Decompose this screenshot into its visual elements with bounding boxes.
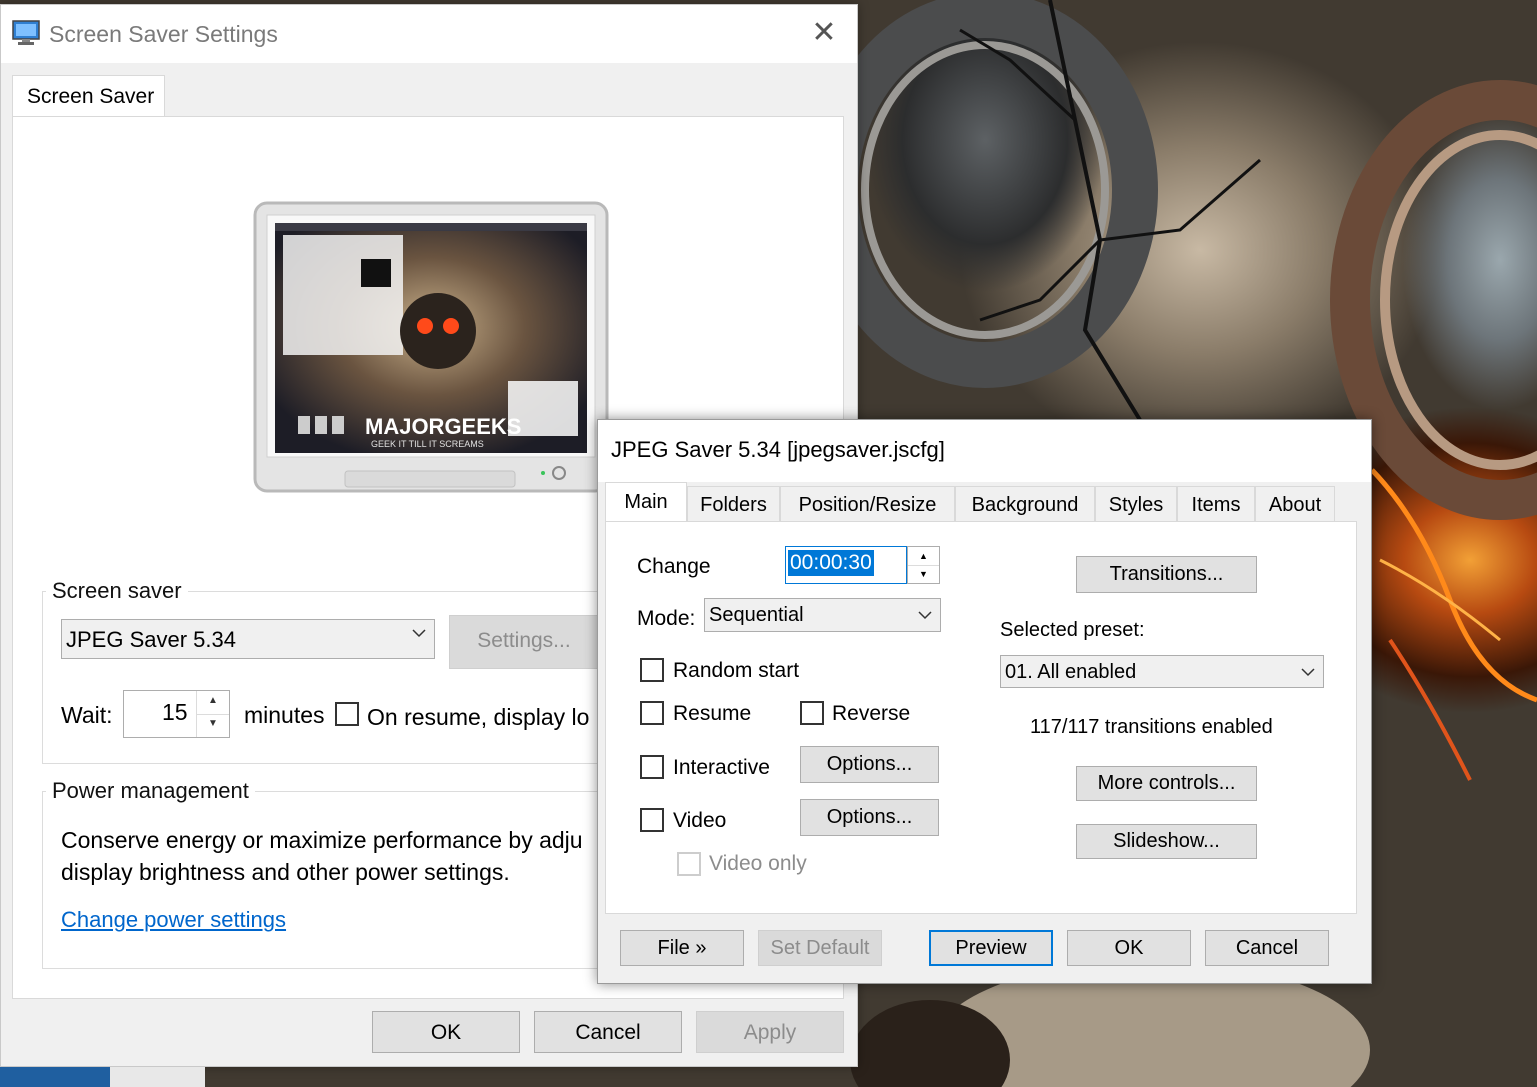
close-icon[interactable]: ✕ bbox=[809, 18, 839, 49]
mode-select[interactable]: Sequential bbox=[704, 598, 941, 632]
stepper-down-icon[interactable]: ▼ bbox=[908, 566, 939, 583]
tab-screen-saver[interactable]: Screen Saver bbox=[12, 75, 165, 118]
monitor-preview: MAJORGEEKS GEEK IT TILL IT SCREAMS bbox=[253, 201, 609, 493]
power-management-group-label: Power management bbox=[46, 778, 255, 804]
jpeg-ok-button[interactable]: OK bbox=[1067, 930, 1191, 966]
ok-button[interactable]: OK bbox=[372, 1011, 520, 1053]
mode-label: Mode: bbox=[637, 607, 696, 630]
tab-items[interactable]: Items bbox=[1177, 486, 1255, 522]
minutes-label: minutes bbox=[244, 702, 325, 728]
slideshow-button[interactable]: Slideshow... bbox=[1076, 824, 1257, 859]
transitions-status: 117/117 transitions enabled bbox=[1030, 716, 1273, 738]
stepper-up-icon[interactable]: ▲ bbox=[197, 691, 229, 715]
random-start-label: Random start bbox=[673, 659, 800, 682]
video-only-label: Video only bbox=[709, 852, 807, 875]
change-power-settings-link[interactable]: Change power settings bbox=[61, 907, 286, 933]
screen-saver-group-label: Screen saver bbox=[46, 578, 188, 604]
wait-label: Wait: bbox=[61, 702, 113, 728]
stepper-up-icon[interactable]: ▲ bbox=[908, 547, 939, 566]
interactive-checkbox[interactable] bbox=[640, 755, 664, 779]
interactive-label: Interactive bbox=[673, 756, 770, 779]
cancel-button[interactable]: Cancel bbox=[534, 1011, 682, 1053]
set-default-button[interactable]: Set Default bbox=[758, 930, 882, 966]
change-label: Change bbox=[637, 555, 711, 578]
preset-select-value: 01. All enabled bbox=[1005, 661, 1137, 683]
transitions-button[interactable]: Transitions... bbox=[1076, 556, 1257, 593]
wait-minutes-value: 15 bbox=[162, 699, 188, 725]
tab-styles[interactable]: Styles bbox=[1095, 486, 1177, 522]
mode-select-value: Sequential bbox=[709, 604, 804, 626]
chevron-down-icon bbox=[412, 629, 426, 638]
jpeg-saver-dialog: JPEG Saver 5.34 [jpegsaver.jscfg] Main F… bbox=[597, 419, 1372, 984]
resume-label: Resume bbox=[673, 702, 752, 725]
screensaver-select-value: JPEG Saver 5.34 bbox=[66, 627, 236, 652]
wait-minutes-stepper[interactable]: 15 ▲ ▼ bbox=[123, 690, 230, 738]
taskbar-fragment bbox=[0, 1067, 110, 1087]
random-start-checkbox[interactable] bbox=[640, 658, 664, 682]
preview-brand-text: MAJORGEEKS bbox=[365, 414, 521, 439]
on-resume-checkbox[interactable] bbox=[335, 702, 359, 726]
dialog-title: JPEG Saver 5.34 [jpegsaver.jscfg] bbox=[611, 437, 945, 462]
stepper-down-icon[interactable]: ▼ bbox=[197, 714, 229, 737]
video-checkbox[interactable] bbox=[640, 808, 664, 832]
resume-checkbox[interactable] bbox=[640, 701, 664, 725]
power-description-line2: display brightness and other power setti… bbox=[61, 859, 510, 885]
tab-folders[interactable]: Folders bbox=[687, 486, 780, 522]
on-resume-label: On resume, display lo bbox=[367, 704, 590, 730]
chevron-down-icon bbox=[1301, 668, 1315, 677]
preview-brand-subtext: GEEK IT TILL IT SCREAMS bbox=[371, 439, 484, 449]
chevron-down-icon bbox=[918, 611, 932, 620]
video-only-checkbox[interactable] bbox=[677, 852, 701, 876]
window-title: Screen Saver Settings bbox=[49, 21, 278, 47]
reverse-checkbox[interactable] bbox=[800, 701, 824, 725]
taskbar-item-fragment bbox=[110, 1067, 205, 1087]
settings-button[interactable]: Settings... bbox=[449, 615, 599, 669]
video-options-button[interactable]: Options... bbox=[800, 799, 939, 836]
title-bar[interactable]: Screen Saver Settings ✕ bbox=[1, 5, 857, 63]
tab-background[interactable]: Background bbox=[955, 486, 1095, 522]
jpeg-cancel-button[interactable]: Cancel bbox=[1205, 930, 1329, 966]
preview-button[interactable]: Preview bbox=[929, 930, 1053, 966]
change-interval-input[interactable]: 00:00:30 bbox=[785, 546, 907, 584]
more-controls-button[interactable]: More controls... bbox=[1076, 766, 1257, 801]
change-interval-value: 00:00:30 bbox=[788, 550, 874, 576]
video-label: Video bbox=[673, 809, 727, 832]
stepper-arrows: ▲ ▼ bbox=[196, 691, 229, 737]
preset-select[interactable]: 01. All enabled bbox=[1000, 655, 1324, 688]
tab-main[interactable]: Main bbox=[605, 482, 687, 523]
file-menu-button[interactable]: File » bbox=[620, 930, 744, 966]
reverse-label: Reverse bbox=[832, 702, 911, 725]
tab-about[interactable]: About bbox=[1255, 486, 1335, 522]
dialog-title-bar[interactable]: JPEG Saver 5.34 [jpegsaver.jscfg] bbox=[598, 420, 1371, 482]
selected-preset-label: Selected preset: bbox=[1000, 619, 1145, 641]
apply-button[interactable]: Apply bbox=[696, 1011, 844, 1053]
screensaver-select[interactable]: JPEG Saver 5.34 bbox=[61, 619, 435, 659]
power-description-line1: Conserve energy or maximize performance … bbox=[61, 827, 583, 853]
interactive-options-button[interactable]: Options... bbox=[800, 746, 939, 783]
tab-position-resize[interactable]: Position/Resize bbox=[780, 486, 955, 522]
change-interval-stepper[interactable]: ▲ ▼ bbox=[907, 546, 940, 584]
screensaver-app-icon bbox=[12, 20, 40, 45]
